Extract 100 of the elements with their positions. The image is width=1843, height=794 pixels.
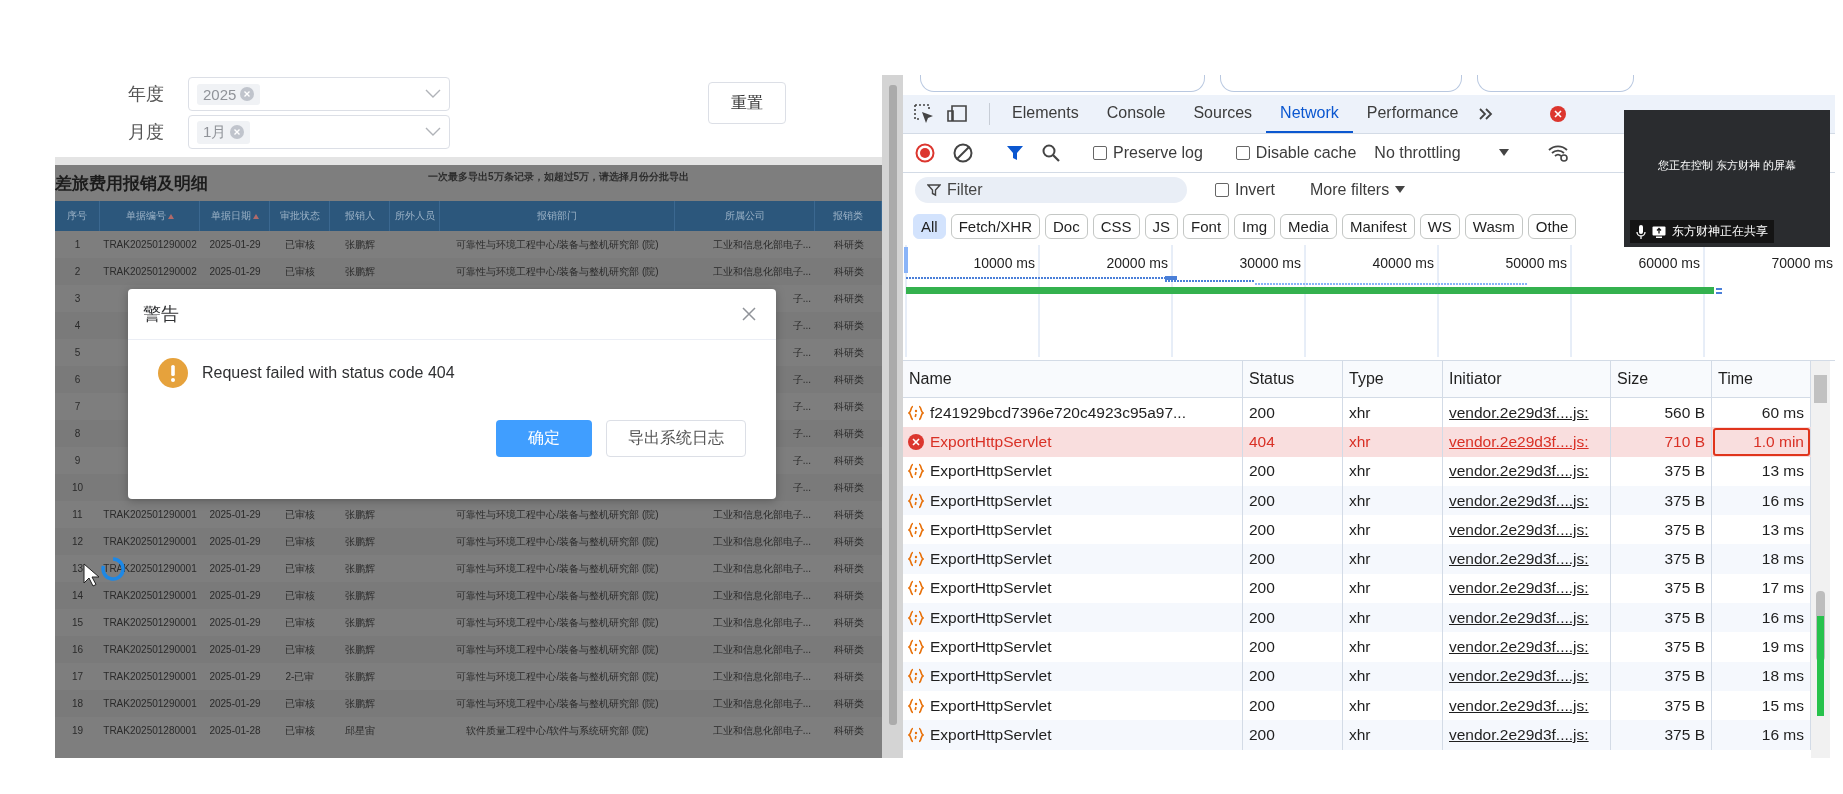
filter-field[interactable]: Filter <box>915 177 1187 203</box>
devtools-tab[interactable]: Network <box>1266 95 1353 133</box>
device-icon[interactable] <box>947 104 969 124</box>
type-filter-chip[interactable]: CSS <box>1092 213 1140 239</box>
request-name[interactable]: ExportHttpServlet <box>930 608 1052 627</box>
close-icon[interactable] <box>742 307 756 321</box>
initiator-link[interactable]: vendor.2e29d3f....js: <box>1449 403 1589 422</box>
checkbox-label[interactable]: Invert <box>1235 181 1275 199</box>
devtools-tab[interactable]: Console <box>1092 95 1180 133</box>
initiator-link[interactable]: vendor.2e29d3f....js: <box>1449 550 1589 569</box>
type-filter-chip[interactable]: Font <box>1183 213 1230 239</box>
inspect-icon[interactable] <box>913 103 935 125</box>
initiator-link[interactable]: vendor.2e29d3f....js: <box>1449 462 1589 481</box>
response-size: 375 B <box>1664 520 1705 539</box>
column-header[interactable]: Type <box>1349 370 1384 388</box>
type-filter-chip[interactable]: Othe <box>1527 213 1577 239</box>
checkbox[interactable] <box>1215 183 1229 197</box>
column-header[interactable]: Time <box>1718 370 1753 388</box>
throttling-dropdown[interactable]: No throttling <box>1368 143 1515 163</box>
column-header[interactable]: Initiator <box>1449 370 1502 388</box>
type-filter-chip[interactable]: Img <box>1234 213 1276 239</box>
checkbox[interactable] <box>1235 146 1250 160</box>
network-settings-icon[interactable] <box>1547 144 1570 162</box>
column-header[interactable]: Name <box>909 370 952 388</box>
initiator-link[interactable]: vendor.2e29d3f....js: <box>1449 491 1589 510</box>
xhr-icon <box>908 668 924 685</box>
initiator-link[interactable]: vendor.2e29d3f....js: <box>1449 579 1589 598</box>
column-header[interactable]: Size <box>1617 370 1649 388</box>
microphone-icon[interactable] <box>1636 224 1646 239</box>
expense-type: 科研类 <box>833 561 864 576</box>
devtools-tab[interactable]: Sources <box>1179 95 1267 133</box>
initiator-link[interactable]: vendor.2e29d3f....js: <box>1449 696 1589 715</box>
request-name[interactable]: ExportHttpServlet <box>930 725 1052 744</box>
expense-type: 科研类 <box>833 534 864 549</box>
devtools-tab[interactable]: Performance <box>1352 95 1473 133</box>
more-filters-dropdown[interactable]: More filters <box>1304 180 1412 200</box>
response-size: 375 B <box>1664 550 1705 569</box>
type-filter-chip[interactable]: Fetch/XHR <box>950 213 1041 239</box>
doc-number: TRAK202501280001 <box>103 725 197 736</box>
request-name[interactable]: f241929bcd7396e720c4923c95a97... <box>930 403 1186 422</box>
error-icon[interactable] <box>1550 106 1567 122</box>
initiator-link[interactable]: vendor.2e29d3f....js: <box>1449 432 1589 451</box>
company-name: 工业和信息化部电子... <box>712 507 811 522</box>
expense-type: 科研类 <box>833 237 864 252</box>
row-number: 17 <box>71 671 84 682</box>
initiator-link[interactable]: vendor.2e29d3f....js: <box>1449 725 1589 744</box>
row-number: 3 <box>74 293 81 304</box>
request-name[interactable]: ExportHttpServlet <box>930 432 1052 451</box>
status-code: 200 <box>1249 403 1275 422</box>
checkbox-label[interactable]: Disable cache <box>1255 144 1357 162</box>
scrollbar[interactable] <box>882 75 903 758</box>
filter-label: 年度 <box>128 83 165 106</box>
status-code: 200 <box>1249 550 1275 569</box>
export-log-button[interactable]: 导出系统日志 <box>606 420 746 457</box>
checkbox-label[interactable]: Preserve log <box>1113 144 1203 162</box>
reset-button[interactable]: 重置 <box>708 82 786 124</box>
doc-date: 2025-01-29 <box>209 509 261 520</box>
devtools-tab[interactable]: Elements <box>998 95 1093 133</box>
approval-status: 已审核 <box>285 696 315 711</box>
department-name: 可靠性与环境工程中心/装备与整机研究部 (院) <box>456 642 659 657</box>
clear-icon[interactable] <box>953 143 973 163</box>
type-filter-chip[interactable]: JS <box>1144 213 1179 239</box>
more-tabs-icon[interactable] <box>1478 107 1495 121</box>
request-name[interactable]: ExportHttpServlet <box>930 667 1052 686</box>
type-filter-chip[interactable]: Wasm <box>1464 213 1523 239</box>
record-icon[interactable] <box>915 143 935 163</box>
initiator-link[interactable]: vendor.2e29d3f....js: <box>1449 667 1589 686</box>
doc-date: 2025-01-29 <box>209 698 261 709</box>
type-filter-chip[interactable]: Manifest <box>1341 213 1415 239</box>
request-name[interactable]: ExportHttpServlet <box>930 462 1052 481</box>
type-filter-chip[interactable]: Doc <box>1045 213 1088 239</box>
request-type: xhr <box>1349 667 1371 686</box>
claimant-name: 张鹏辉 <box>345 642 375 657</box>
initiator-link[interactable]: vendor.2e29d3f....js: <box>1449 608 1589 627</box>
expense-type: 科研类 <box>833 291 864 306</box>
request-type: xhr <box>1349 491 1371 510</box>
checkbox[interactable] <box>1093 146 1107 160</box>
warning-icon <box>158 358 188 388</box>
timeline-tick: 60000 ms <box>1638 255 1700 271</box>
row-number: 7 <box>74 401 81 412</box>
request-name[interactable]: ExportHttpServlet <box>930 579 1052 598</box>
request-name[interactable]: ExportHttpServlet <box>930 696 1052 715</box>
request-name[interactable]: ExportHttpServlet <box>930 491 1052 510</box>
type-filter-chip[interactable]: All <box>913 213 946 239</box>
type-filter-chip[interactable]: WS <box>1419 213 1460 239</box>
expense-type: 科研类 <box>833 318 864 333</box>
request-name[interactable]: ExportHttpServlet <box>930 520 1052 539</box>
search-icon[interactable] <box>1042 144 1060 162</box>
screen-share-icon[interactable] <box>1652 225 1666 238</box>
xhr-icon <box>908 551 924 568</box>
initiator-link[interactable]: vendor.2e29d3f....js: <box>1449 638 1589 656</box>
column-header[interactable]: Status <box>1249 370 1295 388</box>
request-name[interactable]: ExportHttpServlet <box>930 550 1052 569</box>
type-filter-chip[interactable]: Media <box>1280 213 1337 239</box>
initiator-link[interactable]: vendor.2e29d3f....js: <box>1449 520 1589 539</box>
doc-number: TRAK202501290001 <box>103 536 197 547</box>
scrollbar[interactable] <box>1811 361 1830 758</box>
request-name[interactable]: ExportHttpServlet <box>930 638 1052 656</box>
filter-icon[interactable] <box>1006 144 1024 162</box>
filter-icon <box>927 183 941 197</box>
